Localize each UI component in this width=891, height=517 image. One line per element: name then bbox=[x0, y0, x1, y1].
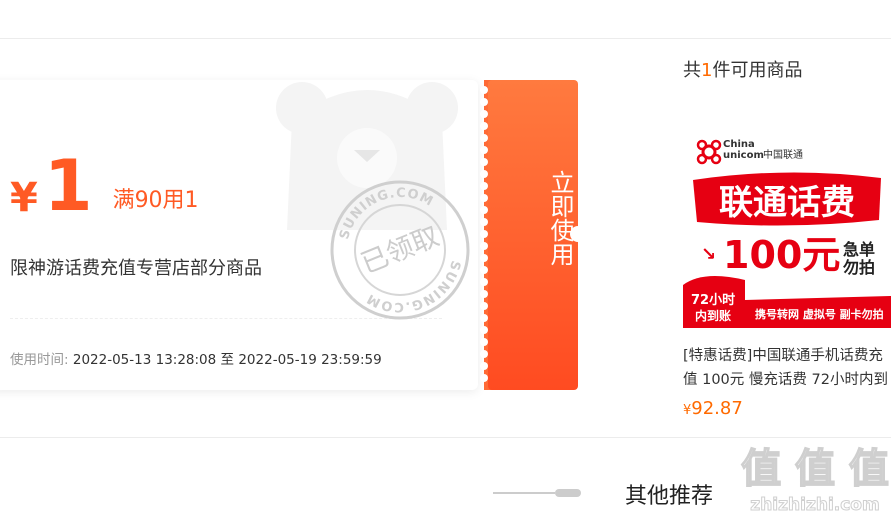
svg-text:中国联通: 中国联通 bbox=[763, 148, 803, 161]
recommend-indicator bbox=[493, 489, 581, 497]
use-now-label: 立即使用 bbox=[546, 170, 574, 266]
svg-text:unicom: unicom bbox=[723, 150, 764, 161]
svg-text:勿拍: 勿拍 bbox=[842, 258, 875, 277]
other-recommendations-title: 其他推荐 bbox=[625, 484, 714, 509]
svg-text:100元: 100元 bbox=[723, 233, 840, 277]
coupon-card: ¥ 1 满90用1 限神游话费充值专营店部分商品 使用时间: 2022-05-1… bbox=[0, 80, 588, 390]
time-label: 使用时间: bbox=[10, 352, 69, 368]
product-image[interactable]: China unicom 中国联通 联通话费 ↘ 100元 急单 勿拍 72小时… bbox=[683, 120, 891, 328]
avail-prefix: 共 bbox=[683, 60, 701, 81]
site-watermark: 值 值 值 zhizhizhi.com bbox=[740, 445, 889, 515]
svg-text:China: China bbox=[723, 139, 755, 150]
product-name-link[interactable]: [特惠话费]中国联通手机话费充值 100元 慢充话费 72小时内到 bbox=[683, 344, 891, 392]
top-divider bbox=[0, 38, 891, 39]
svg-text:72小时: 72小时 bbox=[691, 292, 735, 308]
price-value: 92.87 bbox=[691, 398, 743, 419]
perforation-dot bbox=[480, 134, 488, 142]
unicom-product-graphic: China unicom 中国联通 联通话费 ↘ 100元 急单 勿拍 72小时… bbox=[683, 120, 891, 328]
coupon-body: ¥ 1 满90用1 限神游话费充值专营店部分商品 使用时间: 2022-05-1… bbox=[0, 80, 478, 390]
coupon-validity: 使用时间: 2022-05-13 13:28:08 至 2022-05-19 2… bbox=[10, 348, 382, 368]
perforation-dot bbox=[480, 326, 488, 334]
svg-text:↘: ↘ bbox=[701, 244, 716, 265]
perforation-dot bbox=[480, 242, 488, 250]
time-start: 2022-05-13 13:28:08 bbox=[72, 352, 217, 368]
perforation-dot bbox=[480, 266, 488, 274]
perforation-dot bbox=[480, 350, 488, 358]
claimed-stamp: SUNING.COM SUNING.COM 已领取 bbox=[326, 175, 473, 325]
coupon-price: ¥ 1 满90用1 bbox=[10, 150, 199, 222]
perforation-dot bbox=[480, 254, 488, 262]
product-price: ¥92.87 bbox=[683, 398, 743, 419]
coupon-scope: 限神游话费充值专营店部分商品 bbox=[10, 258, 262, 279]
svg-text:值 值 值: 值 值 值 bbox=[741, 446, 889, 492]
perforation-dot bbox=[480, 98, 488, 106]
perforation-dot bbox=[480, 146, 488, 154]
perforation-dot bbox=[480, 110, 488, 118]
perforation-dot bbox=[480, 290, 488, 298]
perforation-dot bbox=[480, 218, 488, 226]
coupon-amount: 1 bbox=[43, 145, 93, 227]
perforation-dot bbox=[480, 158, 488, 166]
perforation-dot bbox=[480, 302, 488, 310]
perforation-dot bbox=[480, 122, 488, 130]
svg-text:zhizhizhi.com: zhizhizhi.com bbox=[750, 495, 879, 515]
perforation-dot bbox=[480, 374, 488, 382]
svg-text:急单: 急单 bbox=[843, 240, 875, 259]
stamp-text: 已领取 bbox=[357, 221, 444, 280]
perforation-dot bbox=[480, 338, 488, 346]
perforation-dot bbox=[480, 170, 488, 178]
svg-text:联通话费: 联通话费 bbox=[719, 183, 855, 223]
perforation-dot bbox=[480, 86, 488, 94]
coupon-notch bbox=[570, 226, 586, 242]
coupon-condition: 满90用1 bbox=[112, 188, 199, 213]
currency-symbol: ¥ bbox=[10, 175, 38, 221]
available-products-heading: 共1件可用商品 bbox=[683, 56, 802, 82]
perforation-dot bbox=[480, 206, 488, 214]
svg-text:携号转网 虚拟号 副卡勿拍: 携号转网 虚拟号 副卡勿拍 bbox=[755, 307, 884, 321]
time-separator: 至 bbox=[220, 352, 235, 368]
section-divider bbox=[0, 437, 891, 438]
use-now-button[interactable]: 立即使用 bbox=[488, 80, 578, 390]
perforation-dot bbox=[480, 230, 488, 238]
perforation-dot bbox=[480, 278, 488, 286]
perforation-dot bbox=[480, 194, 488, 202]
perforation-dot bbox=[480, 362, 488, 370]
avail-count: 1 bbox=[701, 60, 713, 81]
time-end: 2022-05-19 23:59:59 bbox=[238, 352, 382, 368]
perforation-dot bbox=[480, 314, 488, 322]
perforation-dot bbox=[480, 182, 488, 190]
avail-suffix: 件可用商品 bbox=[712, 60, 803, 81]
svg-text:内到账: 内到账 bbox=[695, 308, 731, 323]
